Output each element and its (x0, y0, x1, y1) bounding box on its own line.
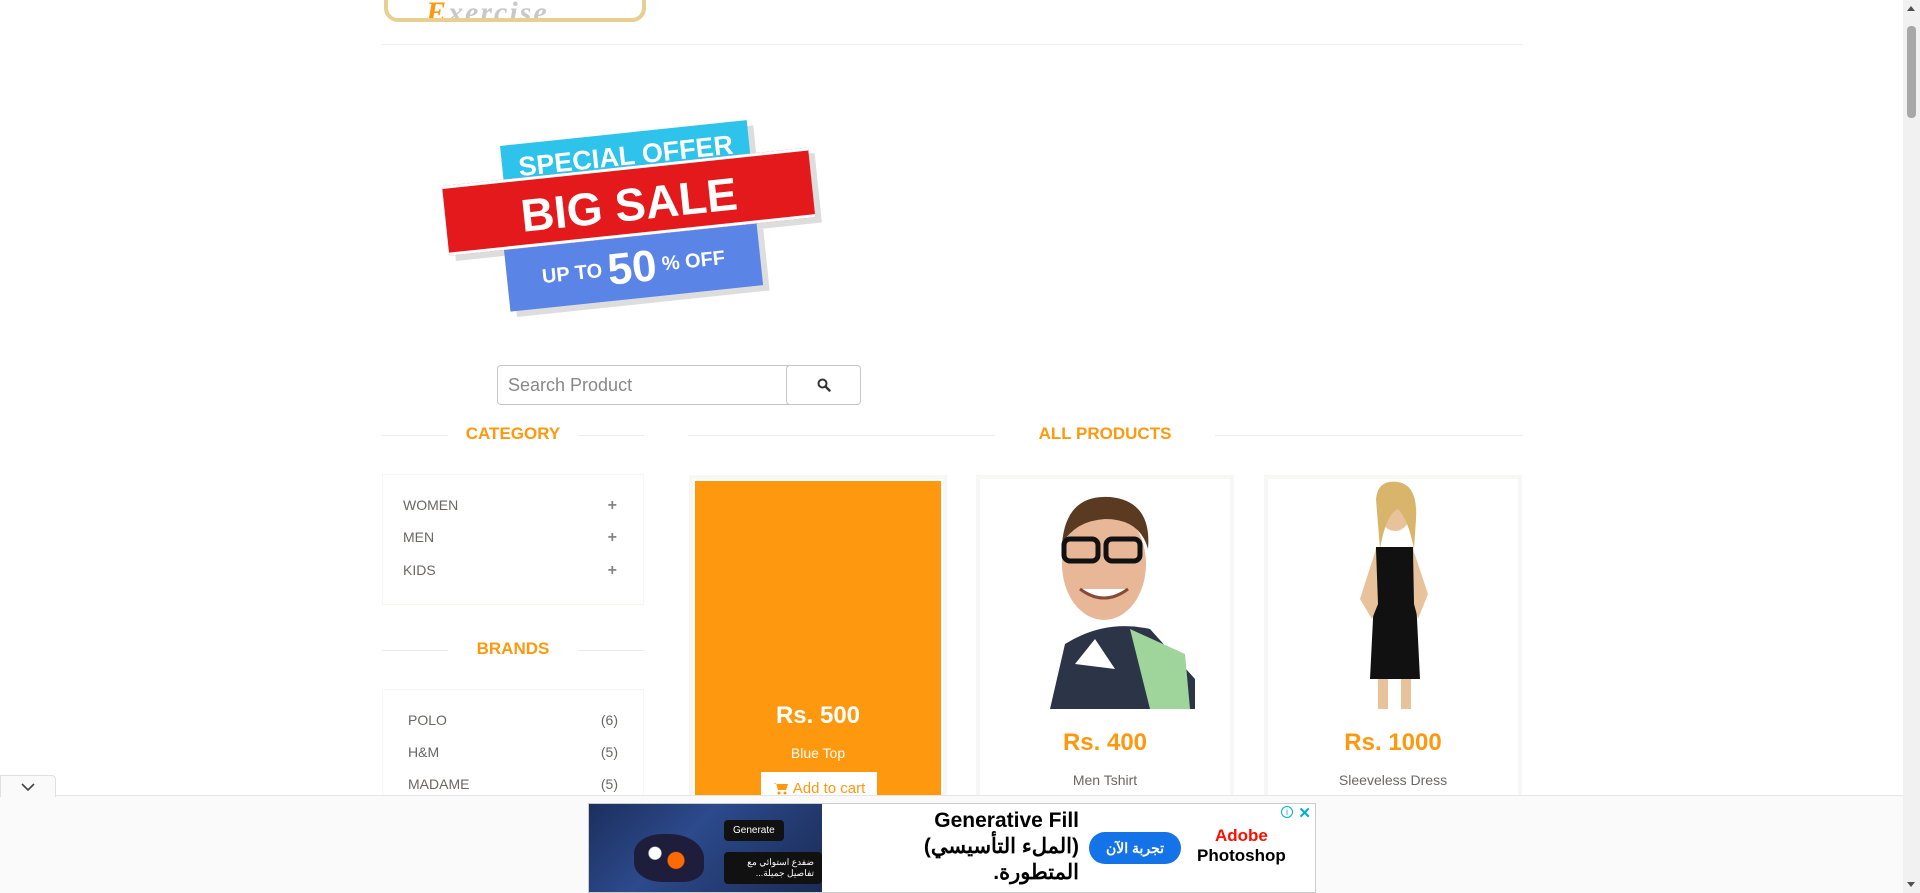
advertisement[interactable]: Generate ضفدع استوائي مع تفاصيل جميلة...… (588, 803, 1316, 893)
category-item-kids[interactable]: KIDS + (403, 562, 617, 580)
chevron-down-icon (21, 782, 35, 791)
ad-subcaption: ضفدع استوائي مع تفاصيل جميلة... (724, 852, 822, 884)
search-button[interactable] (786, 365, 861, 405)
ad-cta-button[interactable]: تجربة الآن (1089, 832, 1181, 864)
product-price: Rs. 400 (1062, 729, 1148, 756)
ad-image: Generate ضفدع استوائي مع تفاصيل جميلة... (589, 804, 822, 892)
banner-discount-value: 50 (605, 241, 660, 295)
ad-headline: Generative Fill (الملء التأسيسي) المتطور… (849, 808, 1079, 886)
ad-headline-ar: (الملء التأسيسي) المتطورة. (923, 835, 1079, 884)
brand-item-hm[interactable]: H&M (5) (408, 744, 618, 760)
product-card[interactable]: Rs. 1000 Sleeveless Dress (1264, 475, 1522, 805)
vertical-scrollbar[interactable] (1903, 0, 1920, 893)
ad-collapse-button[interactable] (0, 775, 56, 797)
ad-headline-en: Generative Fill (934, 809, 1079, 832)
banner-discount-prefix: UP TO (540, 259, 604, 289)
cart-icon (772, 782, 788, 794)
product-overlay: Rs. 500 Blue Top Add to cart (695, 481, 941, 801)
category-label: MEN (403, 529, 435, 545)
frog-image (634, 834, 704, 882)
product-price: Rs. 1000 (1344, 729, 1442, 756)
scroll-down-arrow-icon[interactable] (1907, 882, 1915, 887)
category-item-women[interactable]: WOMEN + (403, 497, 617, 515)
product-card[interactable]: Rs. 500 Blue Top Add to cart (689, 475, 947, 805)
category-label: KIDS (403, 562, 436, 578)
plus-icon[interactable]: + (608, 497, 617, 515)
search-input[interactable] (497, 365, 789, 405)
category-item-men[interactable]: MEN + (403, 529, 617, 547)
plus-icon[interactable]: + (608, 529, 617, 547)
add-to-cart-label: Add to cart (792, 779, 866, 797)
search-icon (817, 378, 831, 392)
product-name: Sleeveless Dress (1338, 772, 1448, 788)
brand-label: POLO (408, 712, 447, 728)
page: Exercise SPECIAL OFFER BIG SALE UP TO 50… (0, 0, 1920, 893)
product-name: Men Tshirt (1072, 772, 1138, 788)
scrollbar-thumb[interactable] (1907, 26, 1916, 118)
category-label: WOMEN (403, 497, 459, 513)
banner-discount-suffix: % OFF (660, 247, 727, 276)
product-image-man (980, 479, 1230, 709)
category-panel: WOMEN + MEN + KIDS + (382, 474, 644, 605)
brands-title: BRANDS (448, 639, 578, 659)
brand-count: (5) (600, 744, 618, 760)
ad-generate-pill: Generate (724, 820, 784, 841)
site-logo[interactable]: Exercise (384, 0, 646, 22)
all-products-title: ALL PRODUCTS (995, 424, 1215, 444)
ad-brand-adobe: Adobe (1214, 826, 1268, 845)
product-price: Rs. 500 (775, 702, 861, 729)
brand-item-madame[interactable]: MADAME (5) (408, 776, 618, 792)
product-card[interactable]: Rs. 400 Men Tshirt (976, 475, 1234, 805)
logo-text: Exercise (426, 0, 549, 22)
sale-banner: SPECIAL OFFER BIG SALE UP TO 50 % OFF (438, 120, 830, 312)
brand-count: (5) (600, 776, 618, 792)
brand-item-polo[interactable]: POLO (6) (408, 712, 618, 728)
brand-label: MADAME (408, 776, 470, 792)
brands-panel: POLO (6) H&M (5) MADAME (5) (382, 689, 644, 809)
brand-count: (6) (600, 712, 618, 728)
ad-info-icon[interactable]: i (1281, 806, 1293, 818)
product-image-dress (1268, 479, 1518, 709)
scroll-up-arrow-icon[interactable] (1907, 6, 1915, 11)
brand-label: H&M (408, 744, 440, 760)
ad-close-icon[interactable]: ✕ (1298, 804, 1311, 822)
category-title: CATEGORY (448, 424, 578, 444)
product-name: Blue Top (790, 745, 846, 761)
ad-brand: Adobe Photoshop (1197, 826, 1286, 866)
ad-brand-photoshop: Photoshop (1197, 846, 1286, 865)
header-divider (382, 44, 1523, 45)
plus-icon[interactable]: + (608, 562, 617, 580)
